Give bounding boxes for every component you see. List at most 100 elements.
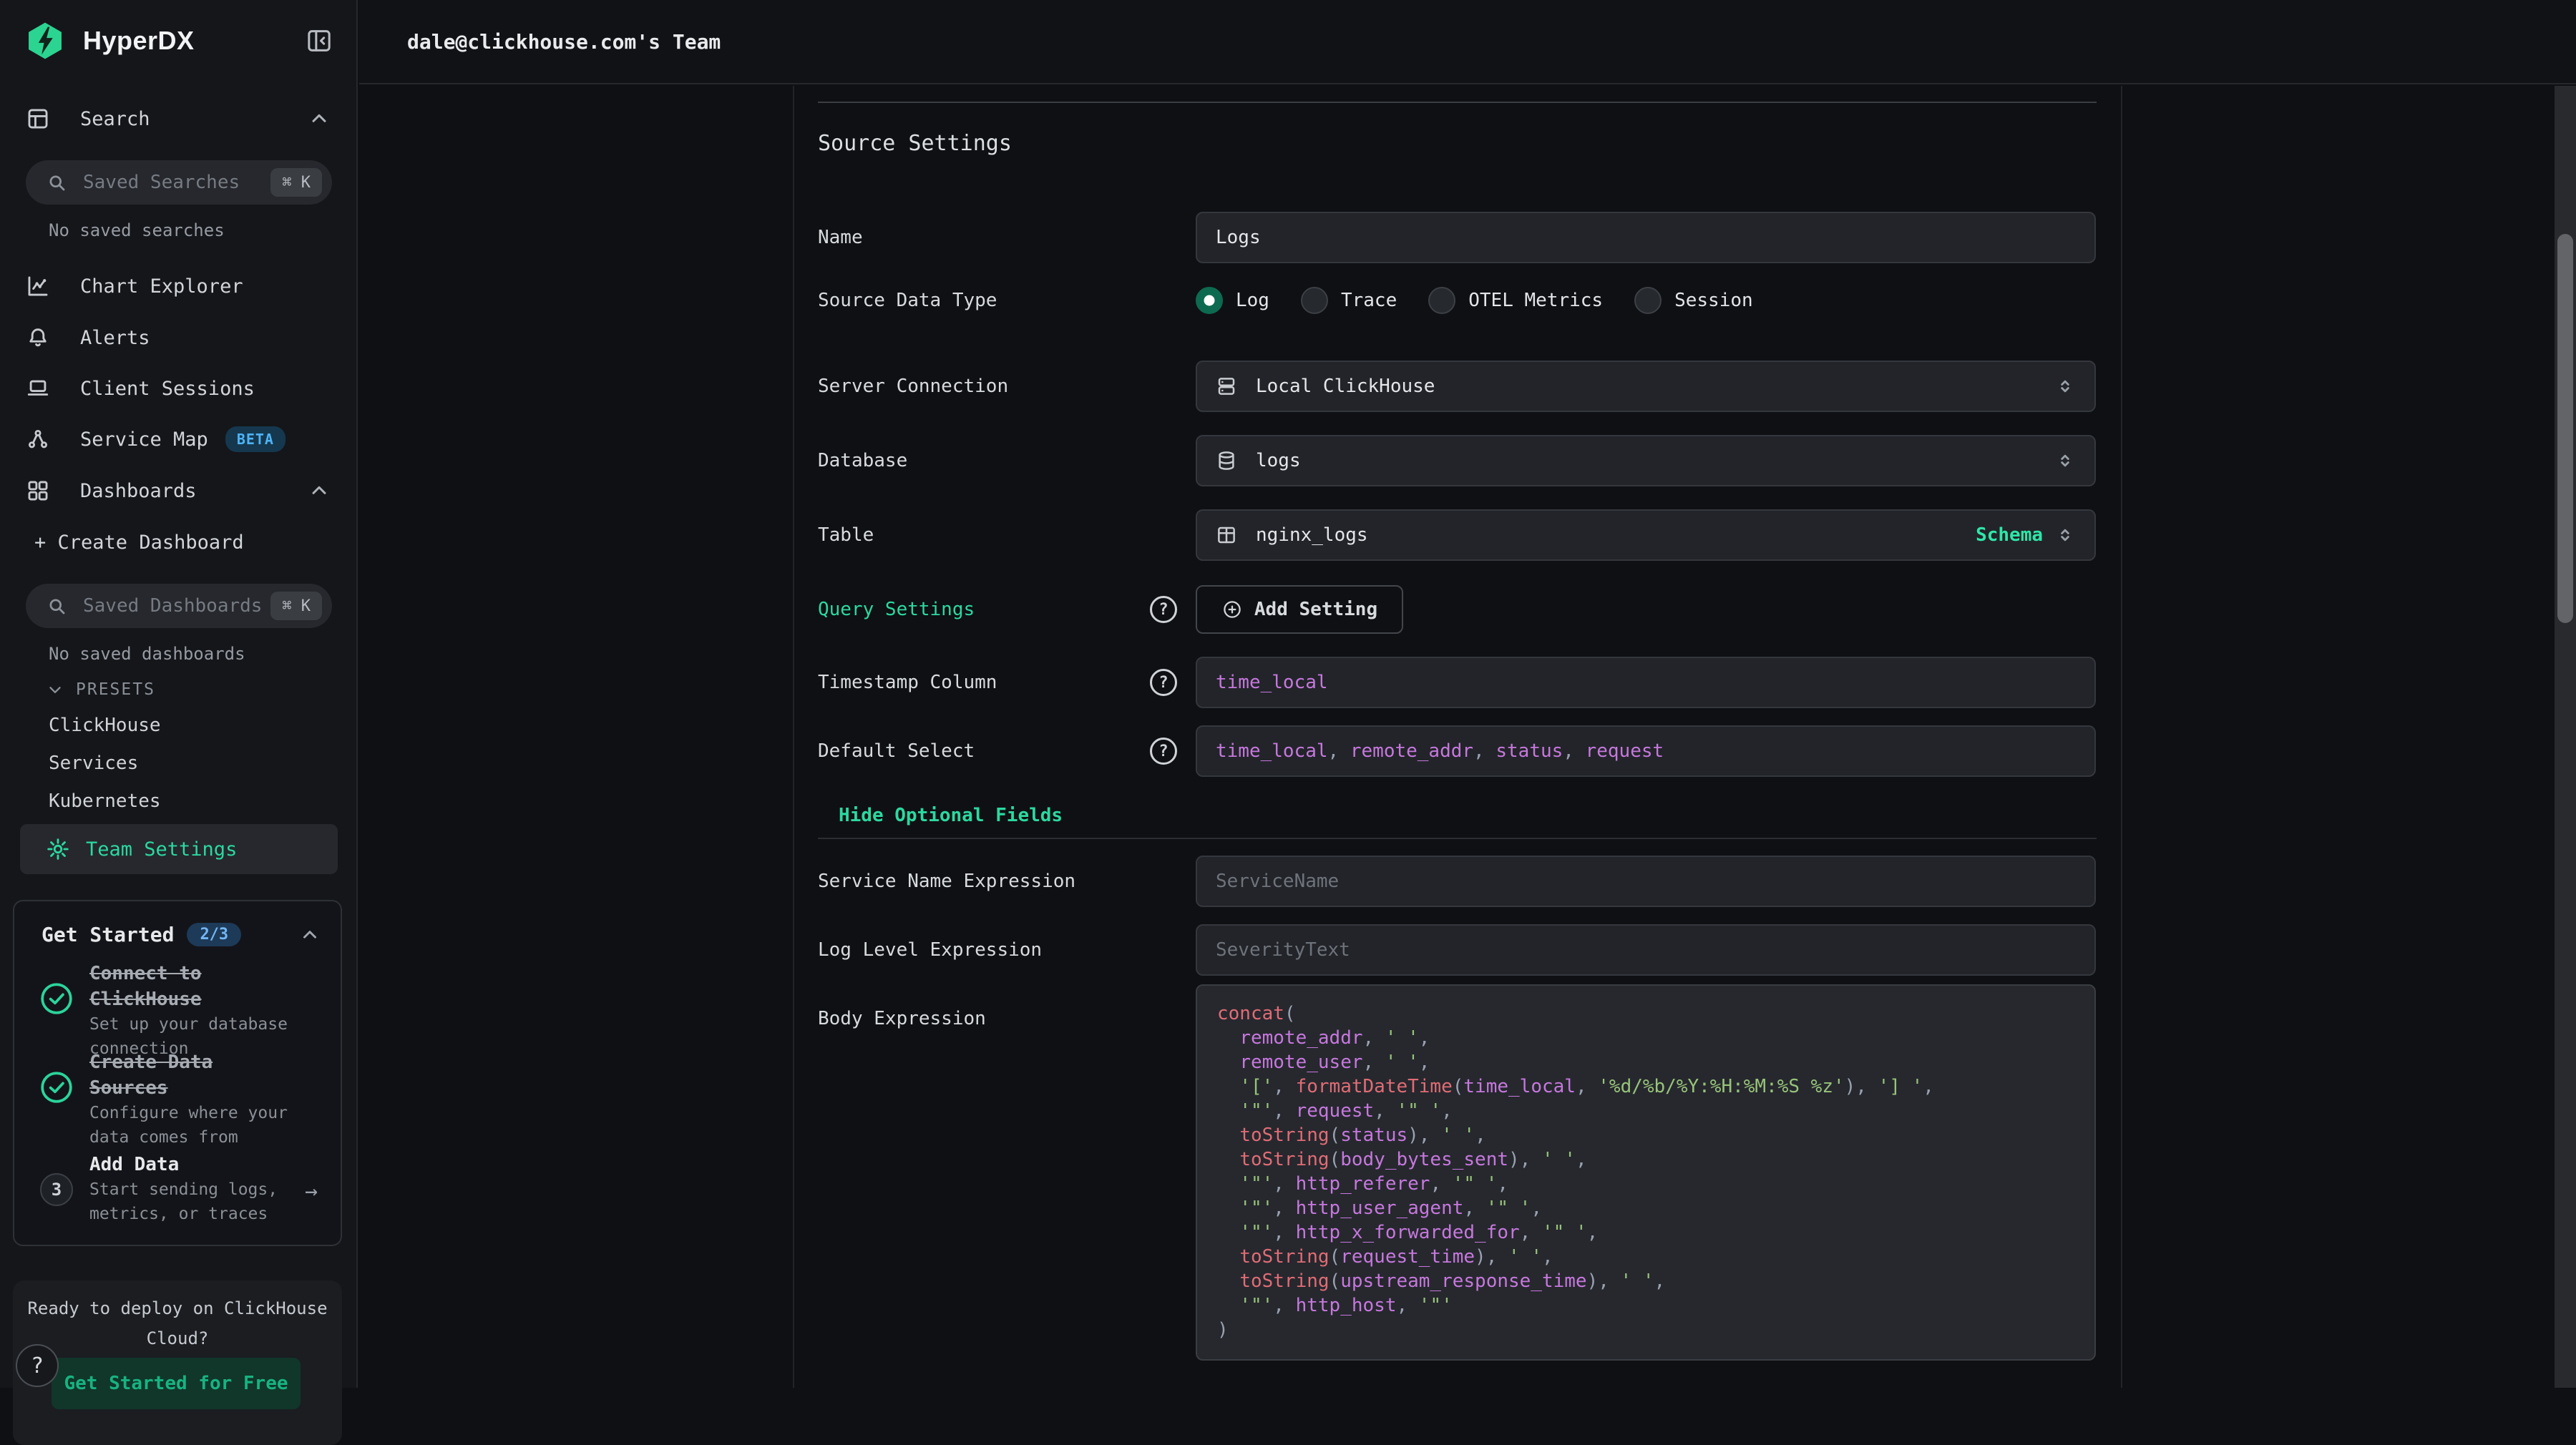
gear-icon xyxy=(46,837,70,861)
log-level-expression-input[interactable]: SeverityText xyxy=(1196,924,2096,976)
plus-icon: + xyxy=(34,532,46,554)
schema-link[interactable]: Schema xyxy=(1976,524,2043,546)
code-line: '[', formatDateTime(time_local, '%d/%b/%… xyxy=(1217,1074,2074,1099)
timestamp-column-input[interactable]: time_local xyxy=(1196,657,2096,708)
get-started-card: Get Started 2/3 Connect to ClickHouse Se… xyxy=(13,900,342,1246)
saved-dashboards-input[interactable]: Saved Dashboards ⌘ K xyxy=(26,584,332,628)
code-line: ) xyxy=(1217,1318,2074,1342)
name-value: Logs xyxy=(1216,227,1261,248)
database-value: logs xyxy=(1256,450,1301,471)
code-line: toString(request_time), ' ', xyxy=(1217,1245,2074,1269)
panel-left-border xyxy=(793,86,794,1388)
chevron-updown-icon xyxy=(2054,376,2076,397)
code-line: '"', http_user_agent, '" ', xyxy=(1217,1196,2074,1220)
sidebar-item-service-map[interactable]: Service Map BETA xyxy=(0,413,356,465)
form-divider xyxy=(818,838,2097,839)
sidebar-item-label: Service Map xyxy=(80,428,208,451)
chevron-up-icon[interactable] xyxy=(299,924,321,946)
radio-option-log[interactable]: Log xyxy=(1196,287,1269,314)
database-icon xyxy=(1216,450,1237,471)
service-name-expression-input[interactable]: ServiceName xyxy=(1196,856,2096,907)
hide-optional-fields-link[interactable]: Hide Optional Fields xyxy=(839,805,1063,826)
service-map-icon xyxy=(26,427,50,451)
code-line: '"', http_host, '"' xyxy=(1217,1293,2074,1318)
step-subtitle: Start sending logs, metrics, or traces xyxy=(89,1177,298,1226)
sidebar-item-create-dashboard[interactable]: + Create Dashboard xyxy=(0,516,356,568)
radio-option-trace[interactable]: Trace xyxy=(1301,287,1397,314)
sidebar-item-team-settings[interactable]: Team Settings xyxy=(20,824,338,874)
code-line: concat( xyxy=(1217,1001,2074,1026)
sidebar-item-alerts[interactable]: Alerts xyxy=(0,312,356,363)
sidebar-item-services[interactable]: Services xyxy=(49,753,138,774)
sidebar-item-search[interactable]: Search xyxy=(0,93,356,144)
create-dashboard-label: Create Dashboard xyxy=(58,532,244,554)
source-data-type-group: Log Trace OTEL Metrics Session xyxy=(1196,285,1753,315)
section-divider xyxy=(818,102,2097,103)
saved-searches-input[interactable]: Saved Searches ⌘ K xyxy=(26,160,332,205)
radio-icon xyxy=(1428,287,1455,314)
radio-selected-icon xyxy=(1196,287,1223,314)
default-select-label: Default Select xyxy=(818,738,975,764)
sidebar-collapse-icon[interactable] xyxy=(305,26,333,55)
sidebar-item-dashboards[interactable]: Dashboards xyxy=(0,465,356,516)
promo-text-line1: Ready to deploy on ClickHouse xyxy=(13,1280,342,1323)
page-title: Source Settings xyxy=(818,131,1012,156)
code-line: '"', http_referer, '" ', xyxy=(1217,1172,2074,1196)
sidebar-item-chart-explorer[interactable]: Chart Explorer xyxy=(0,260,356,312)
server-connection-select[interactable]: Local ClickHouse xyxy=(1196,361,2096,412)
step-title: Connect to ClickHouse xyxy=(89,961,298,1012)
default-select-input[interactable]: time_local, remote_addr, status, request xyxy=(1196,725,2096,777)
topbar: dale@clickhouse.com's Team xyxy=(359,0,2576,84)
chart-explorer-icon xyxy=(26,274,50,298)
promo-text-line2: Cloud? xyxy=(13,1323,342,1353)
laptop-icon xyxy=(26,376,50,401)
saved-searches-empty: No saved searches xyxy=(49,220,225,240)
radio-icon xyxy=(1301,287,1328,314)
sidebar-item-clickhouse[interactable]: ClickHouse xyxy=(49,715,161,736)
service-name-placeholder: ServiceName xyxy=(1216,871,1339,892)
search-icon xyxy=(46,595,67,617)
query-settings-label: Query Settings xyxy=(818,597,975,622)
sidebar: HyperDX Search Saved Searches ⌘ K No sav… xyxy=(0,0,358,1388)
get-started-free-button[interactable]: Get Started for Free xyxy=(52,1358,301,1409)
service-name-expression-label: Service Name Expression xyxy=(818,868,1075,894)
code-line: remote_user, ' ', xyxy=(1217,1050,2074,1074)
chevron-up-icon[interactable] xyxy=(308,107,331,130)
sidebar-item-label: Chart Explorer xyxy=(80,275,243,298)
radio-icon xyxy=(1634,287,1662,314)
body-expression-editor[interactable]: concat( remote_addr, ' ', remote_user, '… xyxy=(1196,984,2096,1361)
name-input[interactable]: Logs xyxy=(1196,212,2096,263)
sidebar-item-label: Team Settings xyxy=(86,838,237,861)
database-select[interactable]: logs xyxy=(1196,435,2096,486)
help-icon[interactable]: ? xyxy=(1150,669,1177,696)
presets-header[interactable]: PRESETS xyxy=(46,680,155,699)
sidebar-item-label: Client Sessions xyxy=(80,378,255,400)
team-title: dale@clickhouse.com's Team xyxy=(407,30,721,54)
step-title: Create Data Sources xyxy=(89,1049,298,1101)
check-circle-icon xyxy=(39,1069,74,1105)
code-line: '"', request, '" ', xyxy=(1217,1099,2074,1123)
chevron-down-icon xyxy=(46,680,64,699)
radio-option-otel-metrics[interactable]: OTEL Metrics xyxy=(1428,287,1603,314)
sidebar-item-kubernetes[interactable]: Kubernetes xyxy=(49,790,161,812)
code-line: toString(upstream_response_time), ' ', xyxy=(1217,1269,2074,1293)
chevron-up-icon[interactable] xyxy=(308,479,331,502)
help-icon[interactable]: ? xyxy=(1150,738,1177,765)
table-label: Table xyxy=(818,522,874,548)
panel-right-border xyxy=(2121,86,2122,1388)
sidebar-item-client-sessions[interactable]: Client Sessions xyxy=(0,363,356,414)
server-icon xyxy=(1216,376,1237,397)
scrollbar-thumb[interactable] xyxy=(2557,234,2573,623)
add-setting-button[interactable]: Add Setting xyxy=(1196,585,1403,634)
saved-searches-placeholder: Saved Searches xyxy=(83,172,270,193)
check-circle-icon xyxy=(39,981,74,1017)
plus-circle-icon xyxy=(1221,599,1243,620)
scrollbar-track[interactable] xyxy=(2555,86,2576,1388)
radio-option-session[interactable]: Session xyxy=(1634,287,1753,314)
table-select[interactable]: nginx_logs Schema xyxy=(1196,509,2096,561)
help-icon[interactable]: ? xyxy=(1150,596,1177,623)
get-started-title: Get Started xyxy=(42,923,174,946)
help-button[interactable]: ? xyxy=(16,1344,59,1387)
code-line: toString(status), ' ', xyxy=(1217,1123,2074,1147)
cloud-promo-card: Ready to deploy on ClickHouse Cloud? Get… xyxy=(13,1280,342,1445)
